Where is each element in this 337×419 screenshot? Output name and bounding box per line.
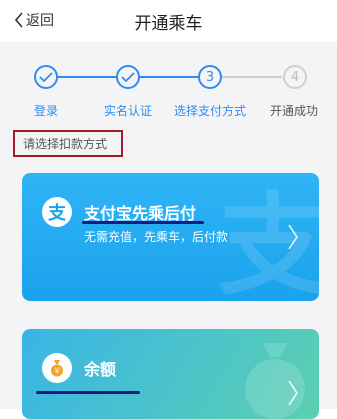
page-title: 开通乘车 bbox=[134, 14, 203, 34]
main-content: 3 4 登录 实名认证 选择支付方式 开通成功 请选择扣款方式 支 支 支付宝先… bbox=[0, 42, 337, 419]
chevron-right-icon bbox=[288, 380, 298, 406]
step-2-check-icon bbox=[116, 65, 140, 89]
step-2-label: 实名认证 bbox=[103, 104, 152, 118]
step-3-label: 选择支付方式 bbox=[173, 104, 246, 118]
balance-icon: ¥ bbox=[42, 353, 72, 383]
annotation-underline bbox=[82, 221, 204, 224]
svg-text:¥: ¥ bbox=[54, 367, 59, 376]
step-3-marker: 3 bbox=[198, 65, 222, 89]
chevron-right-icon bbox=[288, 224, 298, 250]
balance-option-title: 余额 bbox=[84, 360, 117, 379]
step-connector-1 bbox=[58, 76, 116, 78]
step-connector-2 bbox=[140, 76, 198, 78]
alipay-watermark: 支 bbox=[218, 182, 319, 301]
payment-method-hint: 请选择扣款方式 bbox=[13, 130, 123, 157]
top-nav-bar: 返回 开通乘车 bbox=[0, 0, 337, 42]
alipay-credit-pay-card[interactable]: 支 支 支付宝先乘后付 无需充值，先乘车，后付款 bbox=[22, 173, 319, 301]
annotation-underline bbox=[36, 391, 140, 394]
balance-payment-card[interactable]: ¥ 余额 bbox=[22, 329, 319, 419]
money-bag-watermark-icon bbox=[245, 343, 305, 419]
step-4-marker: 4 bbox=[283, 65, 307, 89]
step-4-label: 开通成功 bbox=[269, 104, 318, 118]
progress-steps: 3 4 登录 实名认证 选择支付方式 开通成功 bbox=[0, 42, 337, 132]
hint-text: 请选择扣款方式 bbox=[23, 137, 108, 151]
step-1-check-icon bbox=[34, 65, 58, 89]
alipay-option-subtitle: 无需充值，先乘车，后付款 bbox=[84, 230, 229, 244]
step-1-label: 登录 bbox=[33, 104, 58, 118]
step-connector-3 bbox=[222, 76, 282, 78]
alipay-logo-icon: 支 bbox=[42, 197, 72, 227]
